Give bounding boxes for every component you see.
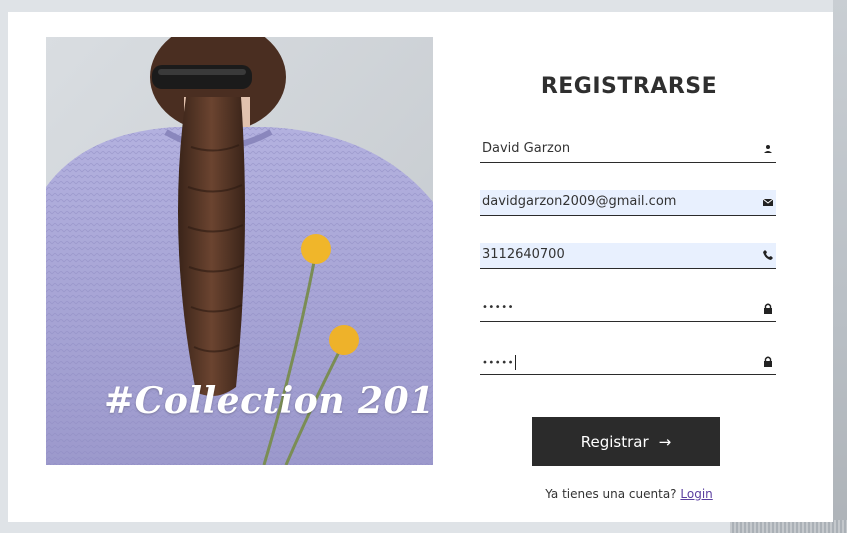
email-value: davidgarzon2009@gmail.com xyxy=(482,194,677,209)
register-button[interactable]: Registrar → xyxy=(532,417,720,466)
phone-field[interactable]: 3112640700 xyxy=(480,243,776,269)
password-value: ••••• xyxy=(482,302,514,313)
email-field[interactable]: davidgarzon2009@gmail.com xyxy=(480,190,776,216)
background-strip xyxy=(833,0,847,533)
login-link[interactable]: Login xyxy=(680,487,712,501)
collection-caption: #Collection 2018 xyxy=(104,380,433,422)
arrow-right-icon: → xyxy=(658,432,672,451)
text-caret xyxy=(515,355,516,370)
confirm-password-dots: ••••• xyxy=(482,357,514,369)
form-title: REGISTRARSE xyxy=(540,74,718,99)
confirm-password-field[interactable]: ••••• xyxy=(480,349,776,375)
register-form: REGISTRARSE David Garzon davidgarzon2009… xyxy=(480,12,778,522)
register-button-label: Registrar xyxy=(580,432,649,451)
phone-icon xyxy=(763,250,773,260)
password-field[interactable]: ••••• xyxy=(480,296,776,322)
envelope-icon xyxy=(762,198,774,206)
login-prompt-line: Ya tienes una cuenta? Login xyxy=(480,487,778,501)
lock-icon xyxy=(764,303,772,314)
user-icon xyxy=(764,145,772,153)
register-card: #Collection 2018 REGISTRARSE David Garzo… xyxy=(8,12,833,522)
name-field[interactable]: David Garzon xyxy=(480,137,776,163)
hero-photo: #Collection 2018 xyxy=(46,37,433,465)
login-prompt: Ya tienes una cuenta? xyxy=(545,487,677,501)
lock-icon xyxy=(764,356,772,367)
confirm-password-value: ••••• xyxy=(482,355,516,370)
name-value: David Garzon xyxy=(482,141,571,156)
phone-value: 3112640700 xyxy=(482,247,565,262)
